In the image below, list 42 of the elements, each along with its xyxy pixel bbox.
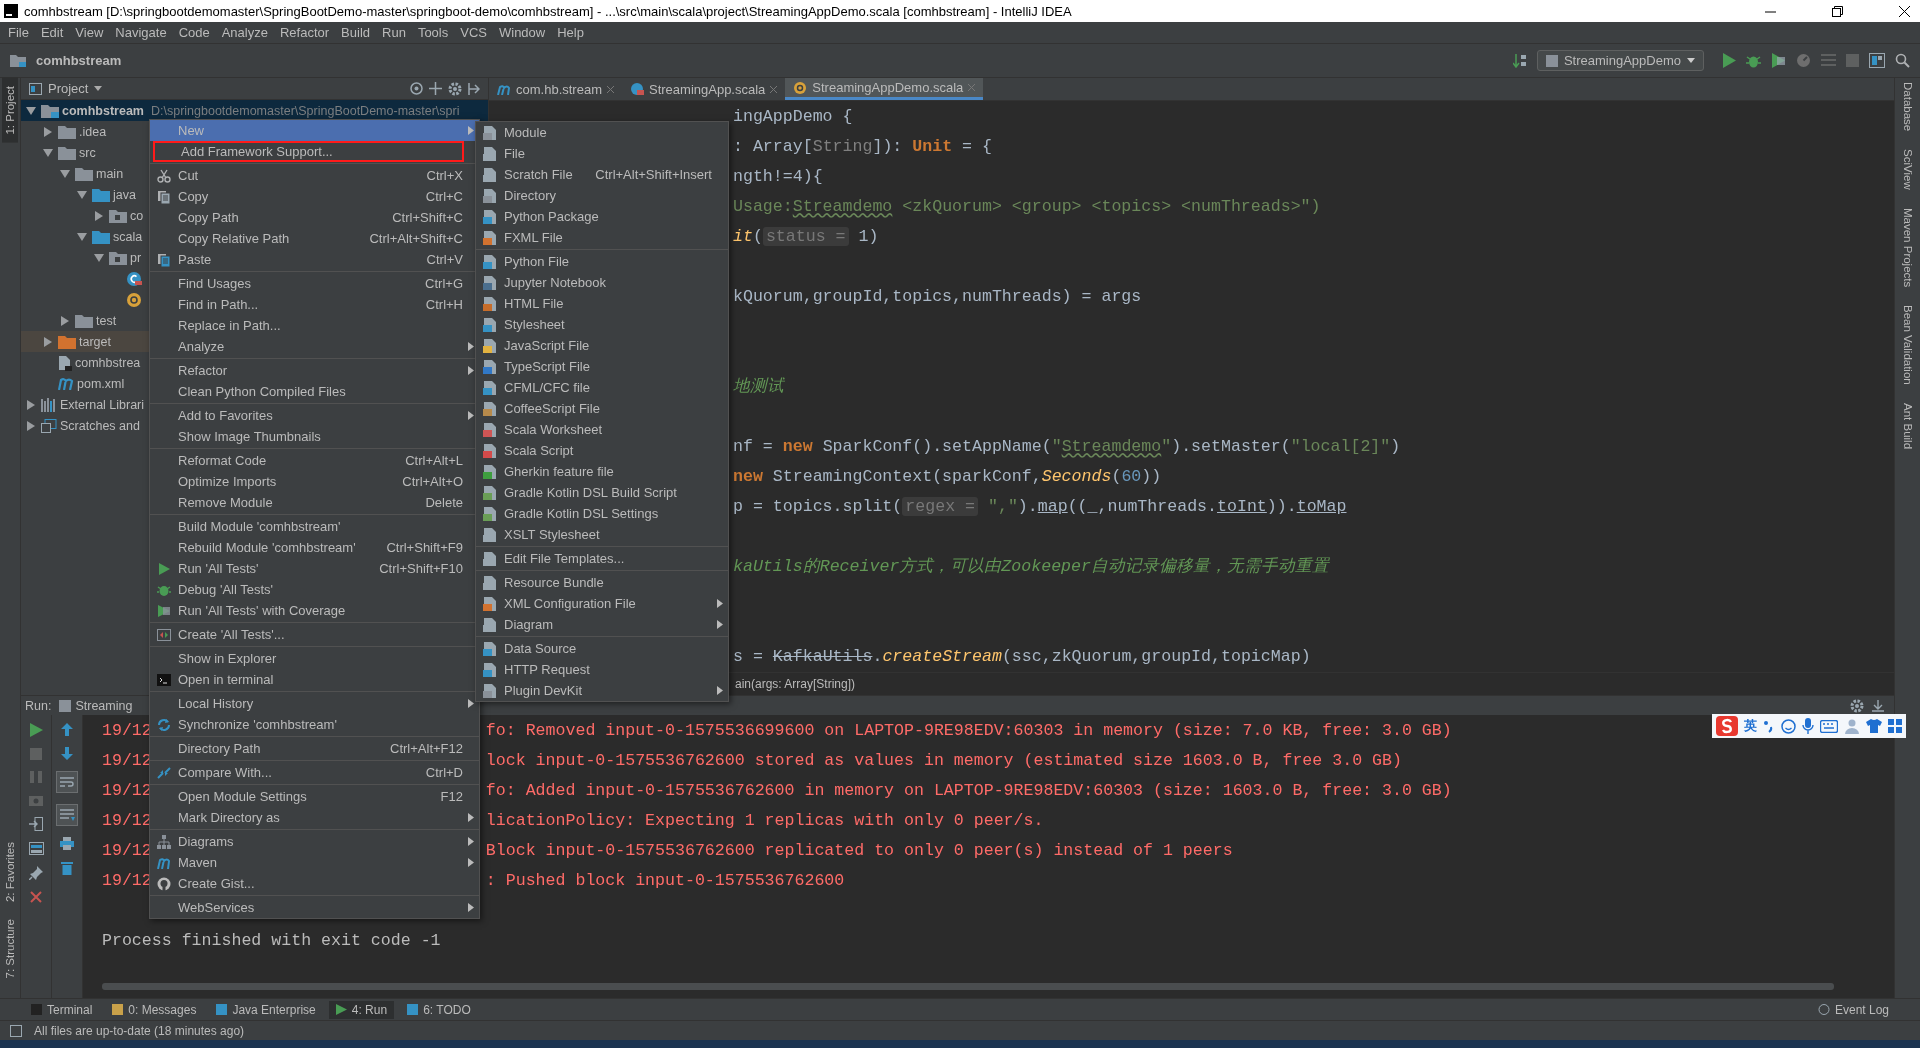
tree-item-label: Scratches and: [60, 418, 140, 433]
log-line: fo: Removed input-0-1575536699600 on LAPTOP-9RE98EDV:60303 in memory (size: 7.0 KB, free: 3.0 GB): [485, 720, 1452, 740]
tree-item-label: .idea: [79, 124, 107, 139]
tree-item-label: External Librari: [60, 397, 145, 412]
log-line: Block input-0-1575536762600 replicated to only 0 peer(s) instead of 1 peers: [485, 840, 1233, 860]
window-title: comhbstream [D:\springbootdemomaster\SpringBootDemo-master\springboot-demo\comhbstream] - ...\src\main\scala\project\StreamingAppDemo.scala [comhbstream] - IntelliJ IDEA: [24, 3, 1072, 19]
log-timestamp: 19/12: [102, 780, 152, 800]
log-timestamp: 19/12: [102, 810, 152, 830]
code-line: : Array[String]): Unit = {: [733, 136, 993, 158]
run-label: Run:: [25, 698, 52, 713]
tree-item-label: pr: [130, 250, 142, 265]
code-line: nf = new SparkConf().setAppName("Streamdemo").setMaster("local[2]"): [733, 436, 1402, 458]
log-timestamp: 19/12: [102, 840, 152, 860]
code-line: 地测试: [733, 376, 786, 398]
code-line: ingAppDemo {: [733, 106, 854, 128]
status-message: All files are up-to-date (18 minutes ago): [34, 1023, 245, 1038]
tree-item-label: src: [79, 145, 96, 160]
code-line: kaUtils的Receiver方式，可以由Zookeeper自动记录偏移量，无需手动重置: [733, 556, 1331, 578]
code-line: ngth!=4){: [733, 166, 824, 188]
tree-item-label: main: [96, 166, 124, 181]
tree-item-label: target: [79, 334, 111, 349]
module-path: D:\springbootdemomaster\SpringBootDemo-master\spri: [151, 103, 460, 118]
tree-item-label: pom.xml: [77, 376, 125, 391]
log-timestamp: 19/12: [102, 870, 152, 890]
tree-item-label: co: [130, 208, 144, 223]
code-line: p = topics.split( regex = ",").map((_,numThreads.toInt)).toMap: [733, 496, 1348, 518]
code-line: new StreamingContext(sparkConf,Seconds(60)): [733, 466, 1163, 488]
tree-item-label: comhbstream: [62, 103, 144, 118]
tree-item-label: scala: [113, 229, 143, 244]
log-timestamp: 19/12: [102, 720, 152, 740]
code-line: s = KafkaUtils.createStream(ssc,zkQuorum,groupId,topicMap): [733, 646, 1312, 668]
exit-message: Process finished with exit code -1: [102, 930, 441, 950]
log-line: lock input-0-1575536762600 stored as values in memory (estimated size 1603.0 B, free 3.0 GB): [485, 750, 1402, 770]
tree-item-label: test: [96, 313, 117, 328]
log-timestamp: 19/12: [102, 750, 152, 770]
log-line: : Pushed block input-0-1575536762600: [485, 870, 845, 890]
code-line: Usage:Streamdemo <zkQuorum> <group> <topics> <numThreads>"): [733, 196, 1322, 218]
log-line: fo: Added input-0-1575536762600 in memory on LAPTOP-9RE98EDV:60303 (size: 1603.0 B, free: 3.0 GB): [485, 780, 1452, 800]
log-line: licationPolicy: Expecting 1 replicas with only 0 peer/s.: [485, 810, 1044, 830]
tree-item-label: comhbstrea: [75, 355, 141, 370]
tree-item-label: java: [113, 187, 136, 202]
code-line: kQuorum,groupId,topics,numThreads) = args: [733, 286, 1143, 308]
